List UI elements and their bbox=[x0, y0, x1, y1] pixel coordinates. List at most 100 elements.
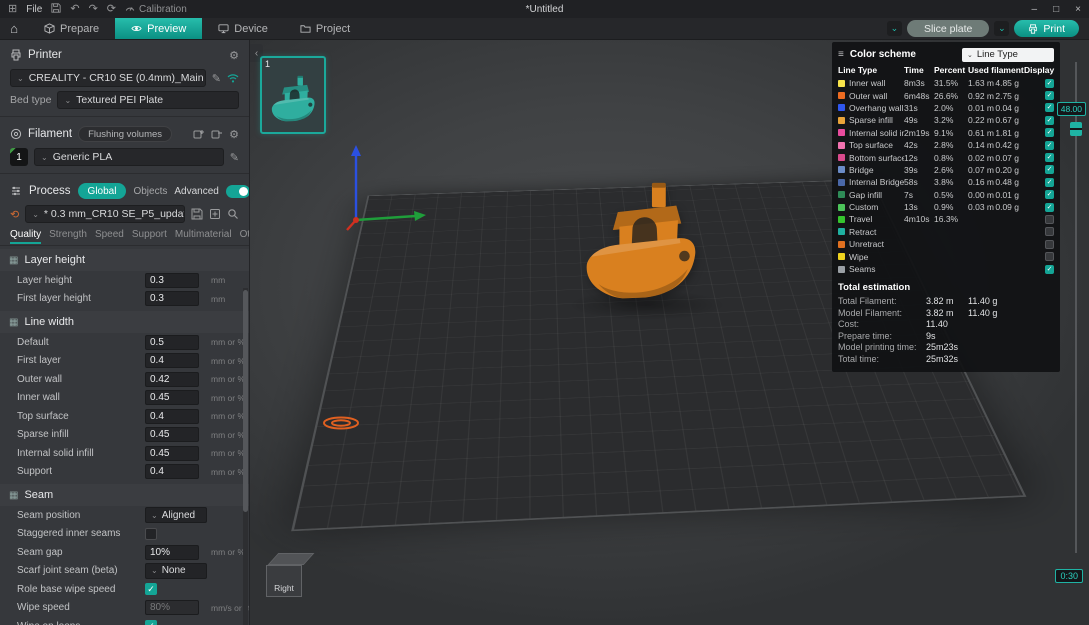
display-checkbox[interactable] bbox=[1045, 240, 1054, 249]
param-input-support[interactable]: 0.4 bbox=[145, 464, 199, 479]
display-checkbox[interactable]: ✓ bbox=[1045, 103, 1054, 112]
reset-history-icon[interactable]: ⟲ bbox=[10, 208, 19, 221]
param-checkbox-staggered-inner-seams[interactable] bbox=[145, 528, 157, 540]
param-input-sparse-infill[interactable]: 0.45 bbox=[145, 427, 199, 442]
printer-section-title: Printer bbox=[28, 49, 62, 61]
benchy-model[interactable] bbox=[582, 178, 704, 304]
param-checkbox-role-base-wipe-speed[interactable]: ✓ bbox=[145, 583, 157, 595]
viewport-3d[interactable]: ‹ 1 Right 48.00 0:30 ≡ Co bbox=[250, 40, 1089, 625]
calibration-menu[interactable]: Calibration bbox=[125, 3, 187, 16]
display-checkbox[interactable]: ✓ bbox=[1045, 79, 1054, 88]
save-icon[interactable] bbox=[51, 3, 61, 16]
refresh-icon[interactable]: ⟳ bbox=[107, 4, 116, 15]
layer-slider-handle[interactable] bbox=[1070, 122, 1082, 136]
param-input-first-layer[interactable]: 0.4 bbox=[145, 353, 199, 368]
settings-tab-quality[interactable]: Quality bbox=[10, 226, 41, 244]
settings-tab-oth[interactable]: Oth... bbox=[240, 226, 249, 244]
home-button[interactable]: ⌂ bbox=[0, 18, 28, 39]
param-input-top-surface[interactable]: 0.4 bbox=[145, 409, 199, 424]
minimize-button[interactable]: – bbox=[1032, 4, 1038, 15]
display-checkbox[interactable] bbox=[1045, 215, 1054, 224]
printer-settings-gear-icon[interactable]: ⚙ bbox=[229, 49, 239, 62]
param-row-internal-solid-infill: Internal solid infill0.45mm or % bbox=[0, 444, 249, 463]
benchy-thumbnail-icon bbox=[270, 74, 318, 124]
process-objects-tab[interactable]: Objects bbox=[133, 186, 167, 197]
slice-plate-button[interactable]: Slice plate bbox=[907, 20, 989, 37]
tab-preview[interactable]: Preview bbox=[115, 18, 202, 39]
view-cube[interactable]: Right bbox=[266, 553, 310, 597]
undo-icon[interactable]: ↶ bbox=[70, 4, 79, 15]
export-preset-icon[interactable] bbox=[209, 208, 221, 220]
filament-preset-select[interactable]: ⌄ Generic PLA bbox=[34, 148, 224, 166]
display-checkbox[interactable]: ✓ bbox=[1045, 178, 1054, 187]
section-header-line-width[interactable]: ▦Line width bbox=[0, 311, 249, 333]
edit-filament-icon[interactable]: ✎ bbox=[230, 151, 239, 164]
section-header-seam[interactable]: ▦Seam bbox=[0, 484, 249, 506]
display-checkbox[interactable] bbox=[1045, 252, 1054, 261]
slice-dropdown-chevron-icon[interactable]: ⌄ bbox=[887, 21, 902, 36]
view-mode-select[interactable]: ⌄ Line Type bbox=[962, 48, 1054, 62]
search-icon[interactable] bbox=[227, 208, 239, 220]
redo-icon[interactable]: ↷ bbox=[89, 4, 98, 15]
settings-tab-multimaterial[interactable]: Multimaterial bbox=[175, 226, 232, 244]
param-checkbox-wipe-on-loops[interactable]: ✓ bbox=[145, 620, 157, 625]
remove-filament-icon[interactable] bbox=[211, 128, 223, 140]
param-label: First layer height bbox=[17, 293, 145, 304]
scrollbar-thumb[interactable] bbox=[243, 290, 248, 512]
plate-thumbnail[interactable]: 1 bbox=[260, 56, 326, 134]
param-input-internal-solid-infill[interactable]: 0.45 bbox=[145, 446, 199, 461]
maximize-button[interactable]: □ bbox=[1053, 4, 1059, 15]
display-checkbox[interactable]: ✓ bbox=[1045, 128, 1054, 137]
display-checkbox[interactable]: ✓ bbox=[1045, 265, 1054, 274]
close-button[interactable]: × bbox=[1075, 4, 1081, 15]
bed-type-select[interactable]: ⌄ Textured PEI Plate bbox=[57, 91, 239, 109]
display-checkbox[interactable] bbox=[1045, 227, 1054, 236]
line-type-name: Travel bbox=[838, 214, 904, 224]
settings-tab-speed[interactable]: Speed bbox=[95, 226, 124, 244]
print-button[interactable]: Print bbox=[1014, 20, 1079, 37]
display-checkbox[interactable]: ✓ bbox=[1045, 153, 1054, 162]
settings-tab-strength[interactable]: Strength bbox=[49, 226, 87, 244]
time-slider-handle[interactable]: 0:30 bbox=[1055, 569, 1083, 583]
tab-project[interactable]: Project bbox=[284, 18, 366, 39]
display-checkbox[interactable]: ✓ bbox=[1045, 203, 1054, 212]
app-menu-icon[interactable]: ⊞ bbox=[8, 4, 17, 15]
wifi-icon[interactable] bbox=[227, 72, 239, 84]
param-input-outer-wall[interactable]: 0.42 bbox=[145, 372, 199, 387]
display-checkbox[interactable]: ✓ bbox=[1045, 141, 1054, 150]
process-preset-select[interactable]: ⌄ * 0.3 mm_CR10 SE_P5_updated bbox=[25, 205, 185, 223]
param-input-wipe-speed[interactable]: 80% bbox=[145, 600, 199, 615]
param-input-first-layer-height[interactable]: 0.3 bbox=[145, 291, 199, 306]
time-value: 6m48s bbox=[904, 91, 934, 101]
sidebar-scrollbar[interactable] bbox=[243, 288, 248, 625]
filament-settings-gear-icon[interactable]: ⚙ bbox=[229, 128, 239, 141]
add-filament-icon[interactable] bbox=[193, 128, 205, 140]
display-checkbox[interactable]: ✓ bbox=[1045, 116, 1054, 125]
param-select-scarf-joint-seam-beta[interactable]: ⌄None bbox=[145, 563, 207, 579]
filament-slot-badge[interactable]: 1 bbox=[10, 148, 28, 166]
file-menu[interactable]: File bbox=[26, 4, 42, 15]
flushing-volumes-button[interactable]: Flushing volumes bbox=[78, 126, 172, 142]
edit-printer-icon[interactable]: ✎ bbox=[212, 72, 221, 85]
param-input-inner-wall[interactable]: 0.45 bbox=[145, 390, 199, 405]
printer-preset-select[interactable]: ⌄ CREALITY - CR10 SE (0.4mm)_Main bbox=[10, 69, 206, 87]
tab-device[interactable]: Device bbox=[202, 18, 284, 39]
legend-menu-icon[interactable]: ≡ bbox=[838, 49, 844, 60]
param-label: Seam position bbox=[17, 510, 145, 521]
process-global-tab[interactable]: Global bbox=[78, 183, 127, 199]
display-checkbox[interactable]: ✓ bbox=[1045, 91, 1054, 100]
print-dropdown-chevron-icon[interactable]: ⌄ bbox=[994, 21, 1009, 36]
param-input-seam-gap[interactable]: 10% bbox=[145, 545, 199, 560]
advanced-toggle[interactable] bbox=[226, 185, 250, 198]
legend-rows: Inner wall8m3s31.5%1.63 m4.85 g✓Outer wa… bbox=[838, 77, 1054, 275]
save-preset-icon[interactable] bbox=[191, 208, 203, 220]
param-select-seam-position[interactable]: ⌄Aligned bbox=[145, 507, 207, 523]
settings-tab-support[interactable]: Support bbox=[132, 226, 167, 244]
display-checkbox[interactable]: ✓ bbox=[1045, 190, 1054, 199]
section-header-layer-height[interactable]: ▦Layer height bbox=[0, 249, 249, 271]
param-input-default[interactable]: 0.5 bbox=[145, 335, 199, 350]
param-input-layer-height[interactable]: 0.3 bbox=[145, 273, 199, 288]
display-checkbox[interactable]: ✓ bbox=[1045, 165, 1054, 174]
tab-prepare[interactable]: Prepare bbox=[28, 18, 115, 39]
color-swatch bbox=[838, 191, 845, 198]
